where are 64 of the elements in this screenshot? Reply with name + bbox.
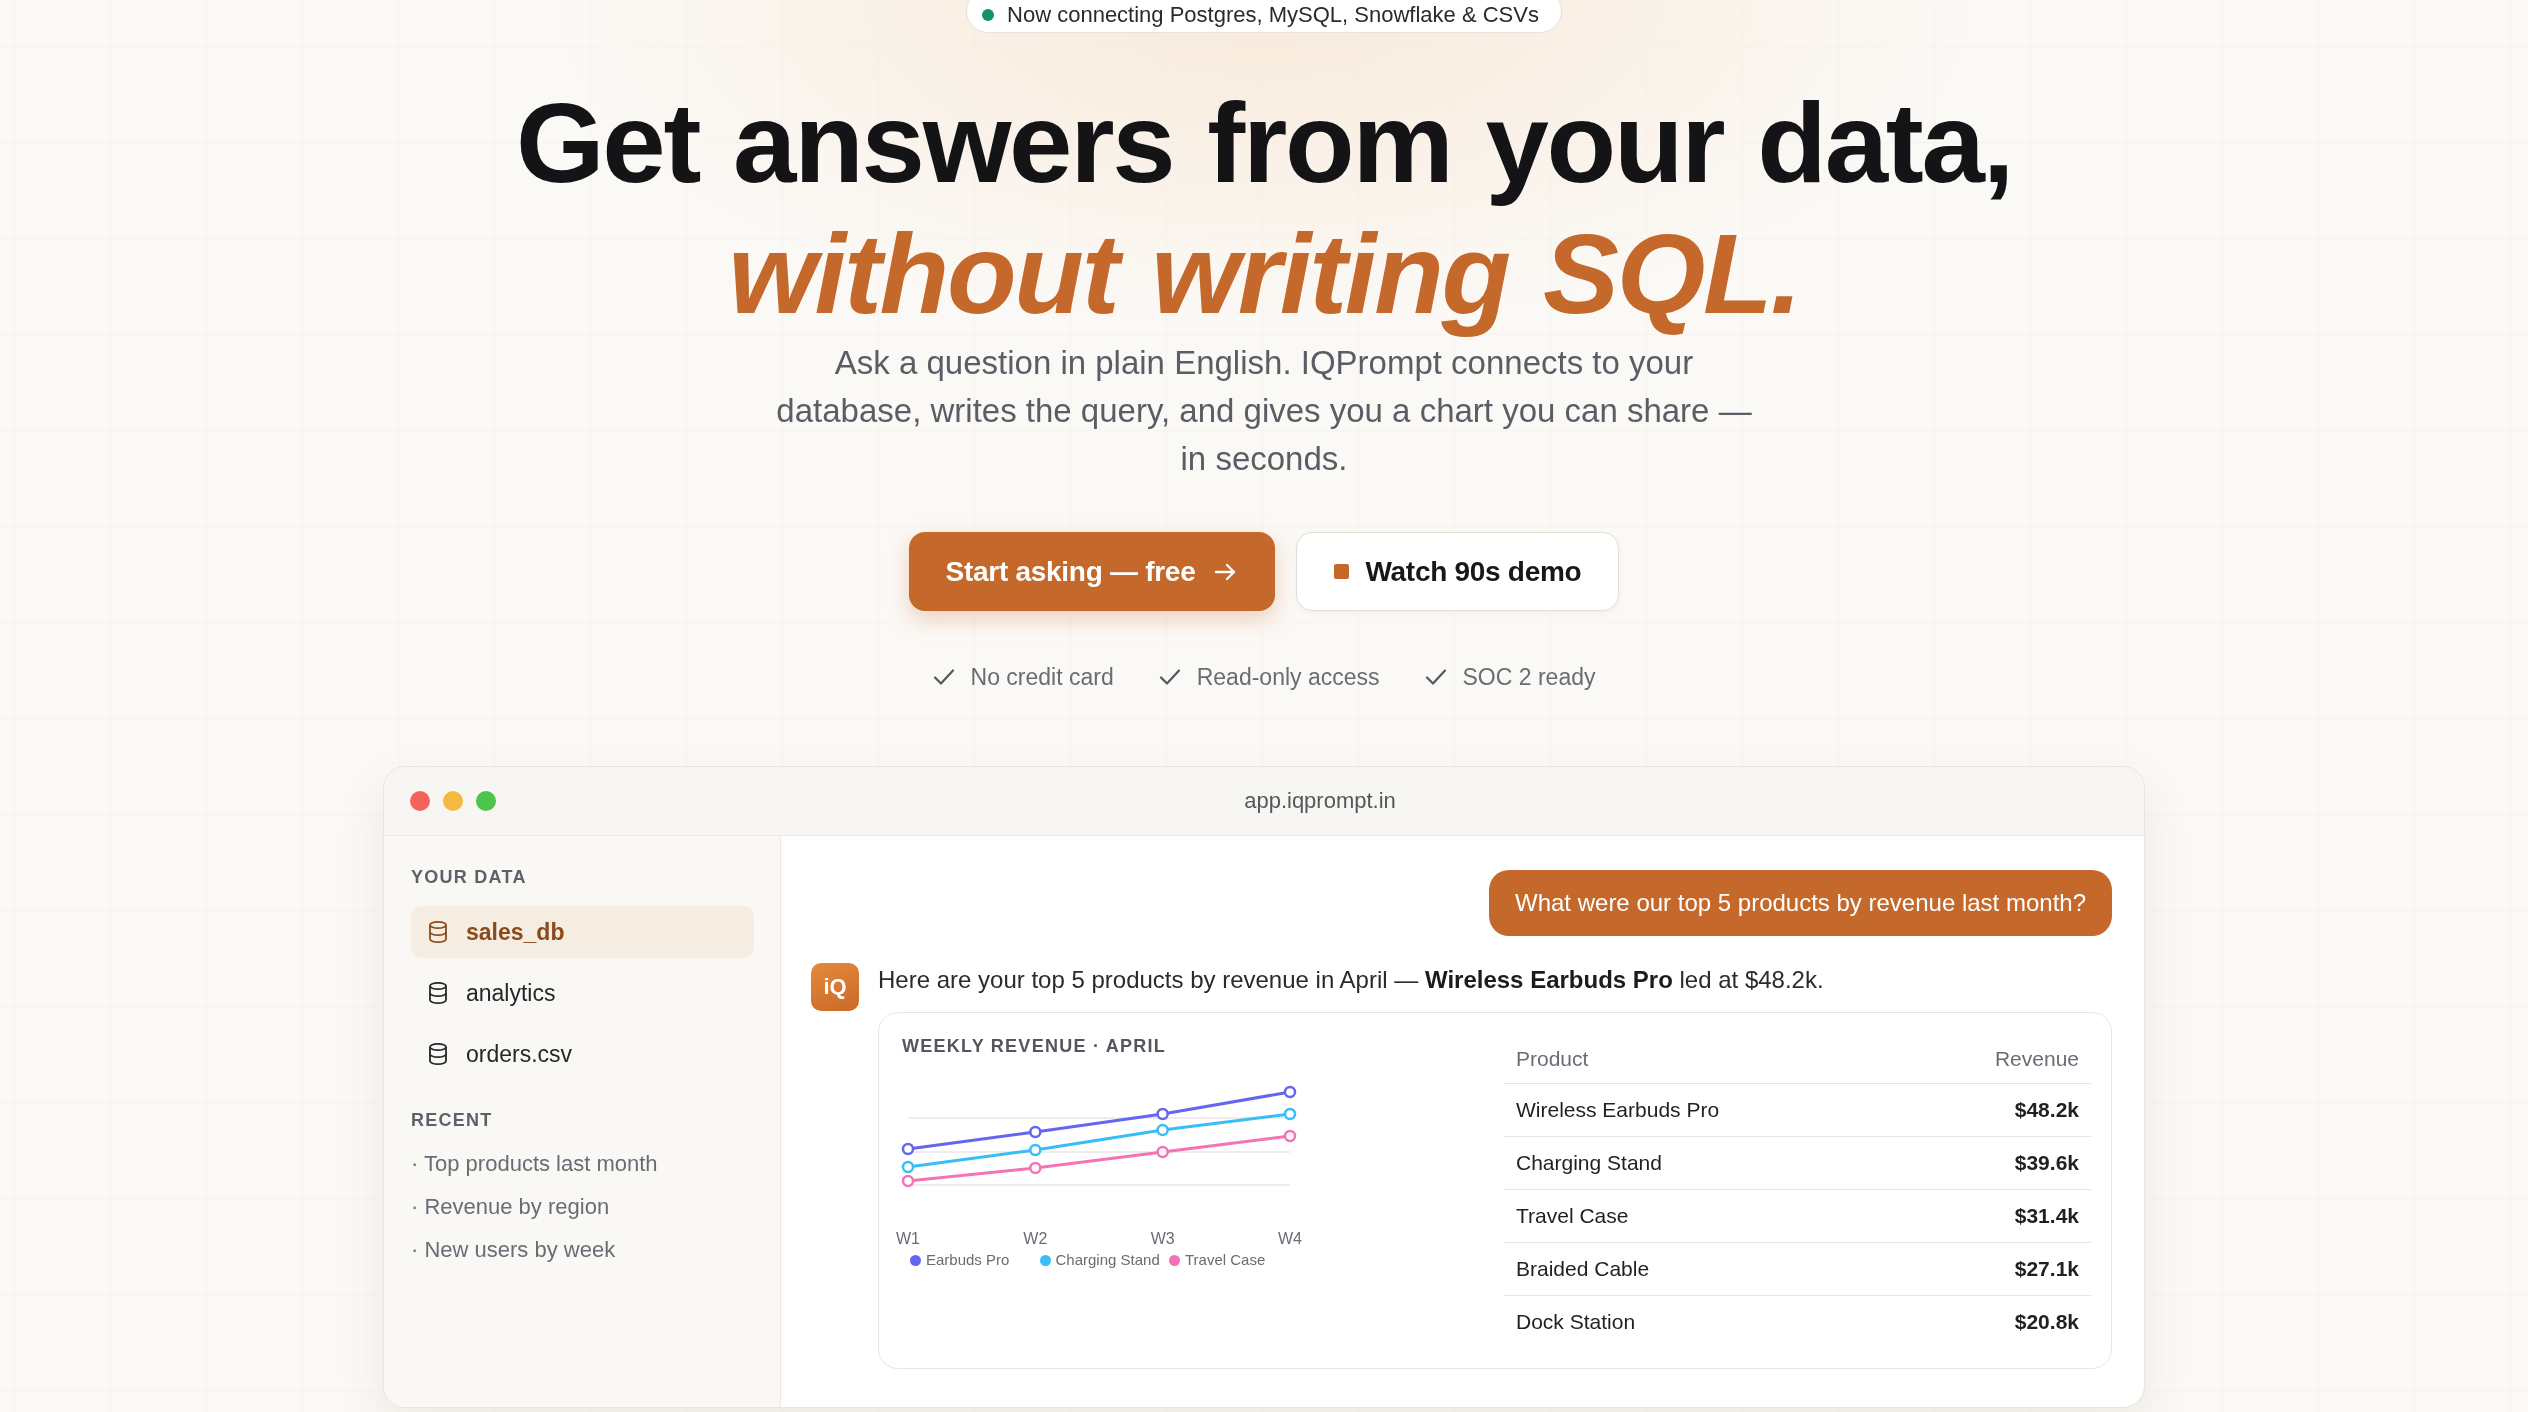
square-icon	[1334, 564, 1350, 579]
headline: Get answers from your data,	[515, 78, 2013, 208]
data-point	[1156, 1145, 1169, 1159]
data-point	[1283, 1129, 1297, 1143]
axis-label: W3	[1150, 1230, 1175, 1247]
data-point	[1029, 1161, 1042, 1175]
sidebar-item[interactable]: orders.csv	[411, 1028, 754, 1080]
recent-query-link[interactable]: · New users by week	[411, 1232, 616, 1268]
table-cell: $27.1k	[1901, 1242, 2091, 1296]
chart-title: WEEKLY REVENUE · APRIL	[902, 1035, 1168, 1057]
data-point	[1029, 1143, 1042, 1157]
section-heading: YOUR DATA	[411, 866, 528, 888]
window-zoom-button[interactable]	[476, 791, 496, 811]
headline-accent: without writing SQL.	[727, 209, 1801, 339]
database-icon	[427, 1042, 449, 1066]
assurance-text: Read-only access	[1196, 663, 1380, 692]
hero-subtitle: Ask a question in plain English. IQPrompt connects to your database, writes the query, and gives you a chart you can share — in seconds.	[776, 343, 1752, 479]
assurance-text: SOC 2 ready	[1462, 663, 1596, 692]
legend-label: Earbuds Pro	[926, 1250, 1010, 1270]
sidebar-item[interactable]: sales_db	[411, 906, 754, 958]
window-minimize-button[interactable]	[443, 791, 463, 811]
primary-button[interactable]: Start asking — free	[908, 532, 1276, 611]
table-cell: Travel Case	[1504, 1189, 1902, 1243]
table-cell: $48.2k	[1901, 1083, 2091, 1137]
secondary-button[interactable]: Watch 90s demo	[1296, 532, 1620, 611]
axis-label: W4	[1278, 1230, 1302, 1247]
database-icon	[427, 920, 449, 944]
url-text: app.iqprompt.in	[1244, 788, 1396, 814]
check-icon	[1424, 668, 1447, 686]
column-header: Product	[1504, 1035, 1902, 1084]
data-point	[1283, 1085, 1297, 1099]
assistant-message: Here are your top 5 products by revenue in April — Wireless Earbuds Pro led at $48.2k.	[878, 965, 1825, 995]
check-icon	[932, 668, 955, 686]
table-cell: Braided Cable	[1504, 1242, 1902, 1296]
column-header: Revenue	[1901, 1035, 2091, 1084]
recent-query-link[interactable]: · Revenue by region	[411, 1189, 610, 1225]
data-point	[901, 1142, 915, 1156]
table-cell: $31.4k	[1901, 1189, 2091, 1243]
data-point	[1156, 1123, 1169, 1137]
legend-label: Charging Stand	[1055, 1250, 1160, 1270]
section-heading: RECENT	[411, 1109, 494, 1131]
database-icon	[427, 981, 449, 1005]
check-icon	[1158, 668, 1181, 686]
table-cell: Dock Station	[1504, 1295, 1902, 1348]
recent-query-link[interactable]: · Top products last month	[411, 1146, 658, 1182]
axis-label: W1	[896, 1230, 920, 1247]
table-cell: $20.8k	[1901, 1295, 2091, 1348]
table-cell: $39.6k	[1901, 1136, 2091, 1190]
assurance-text: No credit card	[970, 663, 1114, 692]
data-point	[1029, 1125, 1042, 1139]
sidebar-item[interactable]: analytics	[411, 967, 754, 1019]
window-close-button[interactable]	[410, 791, 430, 811]
legend-label: Travel Case	[1185, 1250, 1266, 1270]
data-point	[901, 1174, 915, 1188]
announcement-text: Now connecting Postgres, MySQL, Snowflake & CSVs	[1007, 2, 1539, 28]
data-point	[1156, 1107, 1169, 1121]
data-point	[901, 1160, 915, 1174]
data-point	[1283, 1107, 1297, 1121]
axis-label: W2	[1023, 1230, 1048, 1247]
table-cell: Charging Stand	[1504, 1136, 1902, 1190]
status-dot-icon	[982, 9, 995, 21]
table-cell: Wireless Earbuds Pro	[1504, 1083, 1902, 1137]
assistant-avatar: iQ	[811, 963, 859, 1011]
user-message: What were our top 5 products by revenue last month?	[1489, 870, 2112, 936]
